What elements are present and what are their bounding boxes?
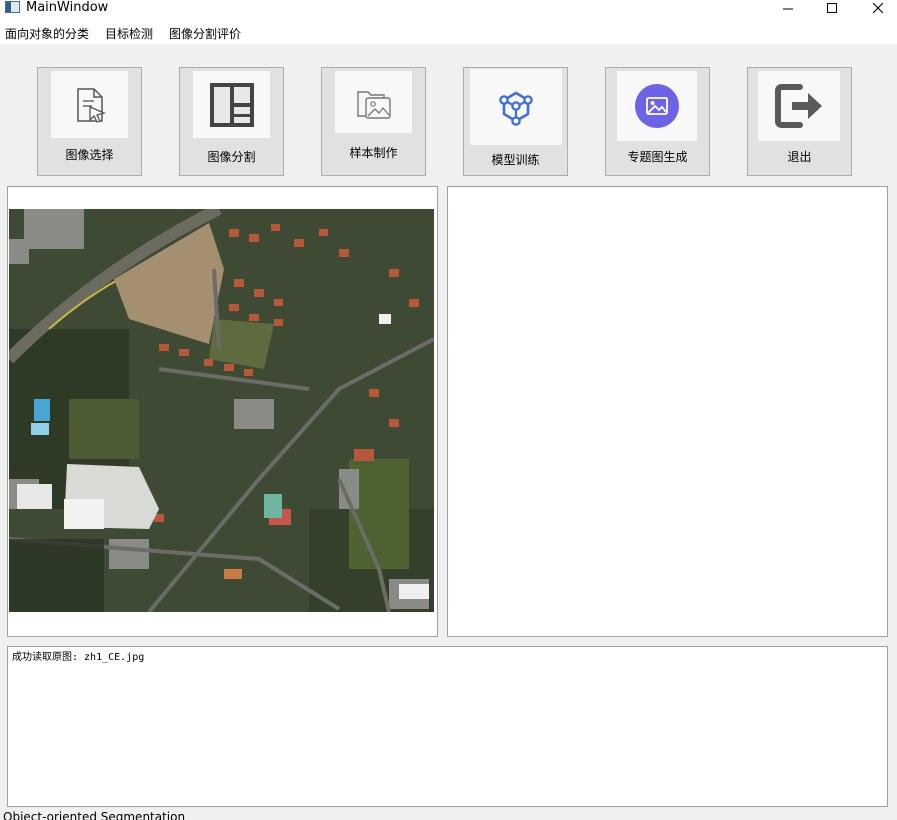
maximize-icon [827, 3, 837, 13]
model-training-label: 模型训练 [491, 153, 540, 167]
original-image-panel [7, 186, 438, 637]
status-bar-text: Object-oriented Segmentation [3, 810, 186, 820]
close-icon [872, 2, 884, 14]
close-button[interactable] [855, 0, 897, 16]
exit-label: 退出 [787, 150, 812, 164]
image-select-button[interactable]: 图像选择 [37, 67, 142, 176]
log-output[interactable]: 成功读取原图: zh1_CE.jpg [7, 646, 888, 807]
sample-making-button[interactable]: 样本制作 [321, 67, 426, 176]
menu-object-detection[interactable]: 目标检测 [105, 26, 153, 42]
menu-bar: 面向对象的分类 目标检测 图像分割评价 [0, 24, 897, 44]
document-select-icon [51, 71, 128, 138]
exit-icon [758, 71, 840, 141]
app-icon [5, 1, 20, 13]
log-message: 成功读取原图: zh1_CE.jpg [12, 652, 145, 663]
aerial-image [9, 209, 434, 612]
exit-button[interactable]: 退出 [747, 67, 852, 176]
minimize-icon [783, 8, 793, 10]
menu-segmentation-evaluation[interactable]: 图像分割评价 [169, 26, 241, 42]
grid-segment-icon [193, 71, 270, 138]
sample-making-label: 样本制作 [349, 146, 398, 160]
maximize-button[interactable] [809, 0, 855, 16]
title-bar: MainWindow [0, 0, 897, 24]
result-image-panel [447, 186, 888, 637]
image-circle-icon [617, 71, 697, 141]
image-segment-label: 图像分割 [207, 150, 256, 164]
window-title: MainWindow [26, 0, 109, 15]
network-nodes-icon [470, 69, 562, 145]
image-folder-icon [335, 71, 412, 133]
thematic-map-button[interactable]: 专题图生成 [605, 67, 710, 176]
image-select-label: 图像选择 [65, 148, 114, 162]
image-segment-button[interactable]: 图像分割 [179, 67, 284, 176]
minimize-button[interactable] [765, 0, 811, 16]
menu-object-classification[interactable]: 面向对象的分类 [5, 26, 89, 42]
thematic-map-label: 专题图生成 [627, 150, 688, 164]
model-training-button[interactable]: 模型训练 [463, 67, 568, 176]
